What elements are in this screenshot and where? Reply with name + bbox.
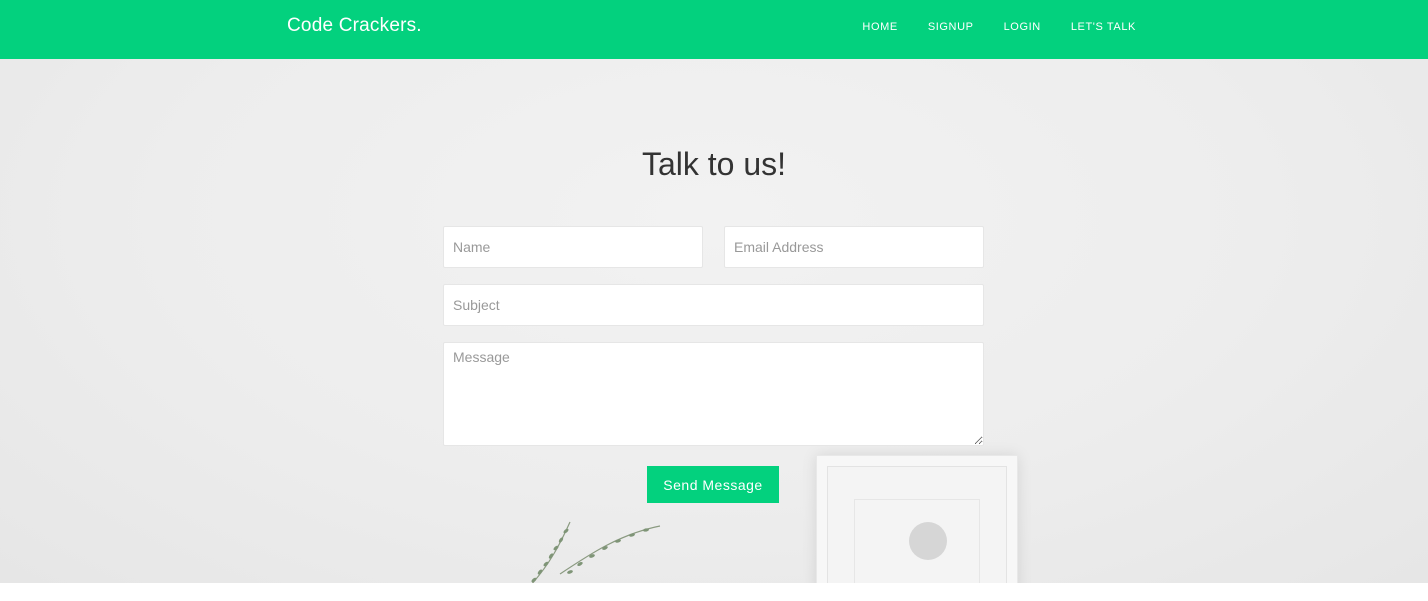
name-field[interactable] [443,226,703,268]
nav-link-lets-talk[interactable]: LET'S TALK [1071,21,1136,33]
nav-link-signup[interactable]: SIGNUP [928,21,974,33]
picture-frame-icon [816,455,1018,583]
plant-icon [520,514,670,583]
frame-dot [909,522,947,560]
frame-mat [854,499,980,583]
contact-hero: Talk to us! Send Message [0,59,1428,583]
brand-logo[interactable]: Code Crackers. [287,15,422,37]
message-field[interactable] [443,342,984,446]
send-message-button[interactable]: Send Message [647,466,779,503]
frame-inner [827,466,1007,583]
email-field[interactable] [724,226,984,268]
subject-field[interactable] [443,284,984,326]
nav-link-login[interactable]: LOGIN [1004,21,1041,33]
page-title: Talk to us! [641,146,787,182]
nav-links: HOME SIGNUP LOGIN LET'S TALK [832,21,1136,33]
top-navbar: Code Crackers. HOME SIGNUP LOGIN LET'S T… [0,0,1428,59]
nav-link-home[interactable]: HOME [862,21,897,33]
